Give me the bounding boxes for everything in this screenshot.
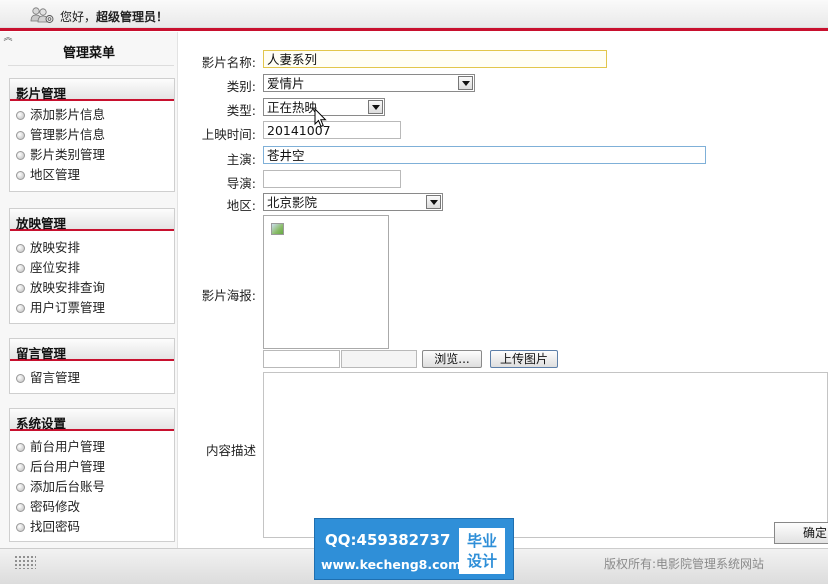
watermark-qq: QQ:459382737 bbox=[325, 531, 451, 549]
bullet-icon bbox=[16, 304, 25, 313]
greeting-user: 超级管理员 bbox=[96, 10, 157, 24]
file-path-field[interactable] bbox=[341, 350, 417, 368]
sidebar-item-label: 找回密码 bbox=[30, 519, 81, 534]
sidebar-item-backend-users[interactable]: 后台用户管理 bbox=[10, 457, 174, 477]
description-textarea[interactable] bbox=[263, 372, 828, 538]
menu-group-messages: 留言管理 留言管理 bbox=[9, 338, 175, 394]
menu-divider bbox=[8, 65, 174, 66]
poster-path-input[interactable] bbox=[263, 350, 340, 368]
sidebar-item-label: 添加影片信息 bbox=[30, 107, 106, 122]
chevron-down-icon[interactable] bbox=[426, 195, 441, 209]
sidebar-item-add-account[interactable]: 添加后台账号 bbox=[10, 477, 174, 497]
star-label: 主演: bbox=[226, 152, 256, 167]
image-placeholder-icon bbox=[271, 223, 284, 235]
header-divider bbox=[0, 28, 828, 31]
bullet-icon bbox=[16, 111, 25, 120]
sidebar-item-label: 留言管理 bbox=[30, 370, 81, 385]
watermark-badge: 毕业 设计 bbox=[459, 528, 505, 574]
description-label: 内容描述 bbox=[205, 443, 256, 458]
greeting-prefix: 您好， bbox=[60, 10, 97, 24]
release-date-label: 上映时间: bbox=[201, 127, 256, 142]
sidebar-item-label: 地区管理 bbox=[30, 167, 81, 182]
menu-group-title: 放映管理 bbox=[10, 209, 174, 231]
sidebar-item-add-film[interactable]: 添加影片信息 bbox=[10, 105, 174, 125]
confirm-button[interactable]: 确定 bbox=[774, 522, 828, 544]
menu-group-title: 系统设置 bbox=[10, 409, 174, 431]
chevron-down-icon[interactable] bbox=[458, 76, 473, 90]
top-bar: 您好，超级管理员！ bbox=[0, 0, 828, 31]
sidebar-item-label: 添加后台账号 bbox=[30, 479, 106, 494]
sidebar-item-manage-film[interactable]: 管理影片信息 bbox=[10, 125, 174, 145]
type-label: 类型: bbox=[226, 103, 256, 118]
bullet-icon bbox=[16, 443, 25, 452]
bullet-icon bbox=[16, 374, 25, 383]
film-name-label: 影片名称: bbox=[201, 55, 256, 70]
region-value: 北京影院 bbox=[267, 195, 318, 210]
sidebar-item-frontend-users[interactable]: 前台用户管理 bbox=[10, 437, 174, 457]
browse-button[interactable]: 浏览... bbox=[422, 350, 482, 368]
sidebar-item-label: 密码修改 bbox=[30, 499, 81, 514]
menu-title: 管理菜单 bbox=[62, 46, 115, 61]
sidebar: ︽ 管理菜单 影片管理 添加影片信息 管理影片信息 影片类别管理 地区管理 放映… bbox=[0, 32, 178, 548]
bullet-icon bbox=[16, 244, 25, 253]
bullet-icon bbox=[16, 523, 25, 532]
film-name-input[interactable]: 人妻系列 bbox=[263, 50, 607, 68]
copyright-text: 版权所有:电影院管理系统网站 bbox=[604, 557, 765, 571]
poster-preview bbox=[263, 215, 389, 349]
users-icon bbox=[30, 7, 54, 23]
film-form: 影片名称: 人妻系列 类别: 爱情片 类型: 正在热映 上映时间: 201410… bbox=[178, 32, 828, 548]
sidebar-item-recover-password[interactable]: 找回密码 bbox=[10, 517, 174, 537]
menu-group-film: 影片管理 添加影片信息 管理影片信息 影片类别管理 地区管理 bbox=[9, 78, 175, 192]
bullet-icon bbox=[16, 463, 25, 472]
bullet-icon bbox=[16, 131, 25, 140]
sidebar-item-label: 座位安排 bbox=[30, 260, 81, 275]
watermark-banner: QQ:459382737 www.kecheng8.com 毕业 设计 bbox=[314, 518, 514, 580]
watermark-badge-line1: 毕业 bbox=[466, 532, 497, 550]
sidebar-item-region[interactable]: 地区管理 bbox=[10, 165, 174, 185]
director-input[interactable] bbox=[263, 170, 401, 188]
upload-image-button[interactable]: 上传图片 bbox=[490, 350, 558, 368]
bullet-icon bbox=[16, 483, 25, 492]
menu-group-title: 影片管理 bbox=[10, 79, 174, 101]
type-value: 正在热映 bbox=[267, 100, 318, 115]
sidebar-item-seats[interactable]: 座位安排 bbox=[10, 258, 174, 278]
mouse-cursor-icon bbox=[314, 108, 327, 128]
sidebar-item-bookings[interactable]: 用户订票管理 bbox=[10, 298, 174, 318]
category-select[interactable]: 爱情片 bbox=[263, 74, 475, 92]
watermark-url: www.kecheng8.com bbox=[321, 557, 462, 572]
sidebar-item-label: 用户订票管理 bbox=[30, 300, 106, 315]
sidebar-item-change-password[interactable]: 密码修改 bbox=[10, 497, 174, 517]
sidebar-item-schedule[interactable]: 放映安排 bbox=[10, 238, 174, 258]
greeting-suffix: ！ bbox=[156, 10, 169, 24]
bullet-icon bbox=[16, 264, 25, 273]
grip-icon bbox=[14, 555, 36, 569]
sidebar-item-film-category[interactable]: 影片类别管理 bbox=[10, 145, 174, 165]
category-label: 类别: bbox=[226, 79, 256, 94]
sidebar-item-label: 放映安排查询 bbox=[30, 280, 106, 295]
sidebar-item-label: 影片类别管理 bbox=[30, 147, 106, 162]
region-select[interactable]: 北京影院 bbox=[263, 193, 443, 211]
sidebar-item-messages[interactable]: 留言管理 bbox=[10, 368, 174, 388]
menu-group-screening: 放映管理 放映安排 座位安排 放映安排查询 用户订票管理 bbox=[9, 208, 175, 324]
poster-label: 影片海报: bbox=[201, 288, 256, 303]
director-label: 导演: bbox=[226, 176, 256, 191]
category-value: 爱情片 bbox=[267, 76, 305, 91]
release-date-input[interactable]: 20141007 bbox=[263, 121, 401, 139]
bullet-icon bbox=[16, 503, 25, 512]
bullet-icon bbox=[16, 151, 25, 160]
sidebar-item-label: 放映安排 bbox=[30, 240, 81, 255]
bullet-icon bbox=[16, 284, 25, 293]
greeting: 您好，超级管理员！ bbox=[60, 8, 168, 25]
menu-group-system: 系统设置 前台用户管理 后台用户管理 添加后台账号 密码修改 找回密码 bbox=[9, 408, 175, 542]
sidebar-item-label: 后台用户管理 bbox=[30, 459, 106, 474]
sidebar-item-label: 管理影片信息 bbox=[30, 127, 106, 142]
sidebar-item-label: 前台用户管理 bbox=[30, 439, 106, 454]
star-input[interactable]: 苍井空 bbox=[263, 146, 706, 164]
menu-group-title: 留言管理 bbox=[10, 339, 174, 361]
region-label: 地区: bbox=[226, 198, 256, 213]
sidebar-item-schedule-query[interactable]: 放映安排查询 bbox=[10, 278, 174, 298]
chevron-down-icon[interactable] bbox=[368, 100, 383, 114]
bullet-icon bbox=[16, 171, 25, 180]
watermark-badge-line2: 设计 bbox=[466, 552, 497, 570]
